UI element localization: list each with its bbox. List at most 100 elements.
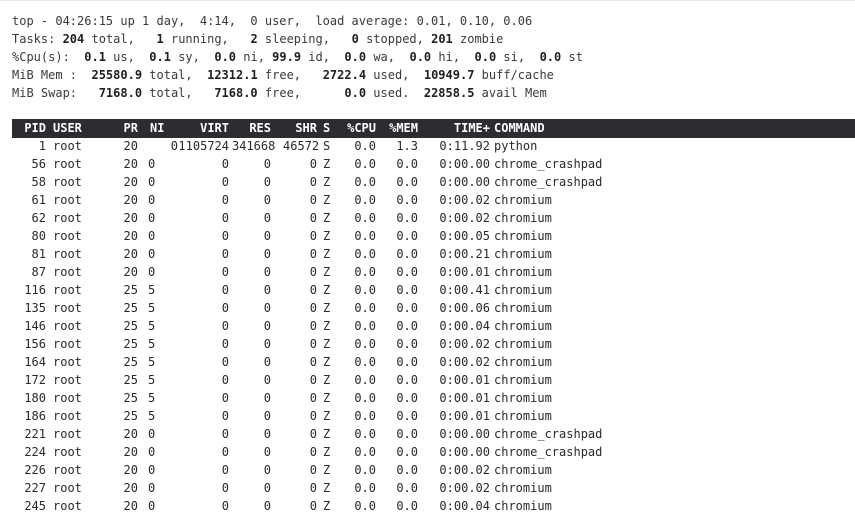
state-cell: Z xyxy=(323,175,331,189)
command-cell: chrome_crashpad xyxy=(494,445,603,459)
time-cell: 0:00.01 xyxy=(439,409,490,423)
virt-cell: 0 xyxy=(221,427,229,441)
cpu-cell: 0.0 xyxy=(354,229,376,243)
mem-cell: 1.3 xyxy=(396,139,418,153)
mem-cell: 0.0 xyxy=(396,391,418,405)
process-row: 62 root 20 0 0 0 0 Z 0.0 0.0 0:00.02 chromium xyxy=(12,209,855,227)
time-cell: 0:00.01 xyxy=(439,373,490,387)
time-cell: 0:00.00 xyxy=(439,175,490,189)
top-summary: top - 04:26:15 up 1 day, 4:14, 0 user, l… xyxy=(12,12,583,102)
user-cell: root xyxy=(53,157,82,171)
cpu-wa: 0.0 xyxy=(344,50,367,64)
window-top-border xyxy=(0,0,855,1)
priority-cell: 25 xyxy=(123,301,138,315)
mem-buff: 10949.7 xyxy=(423,68,475,82)
column-header-user: USER xyxy=(53,121,82,135)
column-header-pid: PID xyxy=(24,121,46,135)
virt-cell: 0 xyxy=(221,499,229,513)
shr-cell: 0 xyxy=(309,337,317,351)
nice-cell: 0 xyxy=(148,175,156,189)
column-header-state: S xyxy=(323,121,331,135)
state-cell: Z xyxy=(323,283,331,297)
mem-cell: 0.0 xyxy=(396,193,418,207)
cpu-cell: 0.0 xyxy=(354,355,376,369)
virt-cell: 0 xyxy=(221,391,229,405)
time-cell: 0:00.00 xyxy=(439,157,490,171)
column-header-shr: SHR xyxy=(295,121,317,135)
command-cell: chromium xyxy=(494,409,552,423)
column-header-virt: VIRT xyxy=(200,121,229,135)
priority-cell: 25 xyxy=(123,409,138,423)
command-cell: chromium xyxy=(494,229,552,243)
time-cell: 0:00.05 xyxy=(439,229,490,243)
priority-cell: 20 xyxy=(123,445,138,459)
column-header-mem: %MEM xyxy=(389,121,418,135)
command-cell: python xyxy=(494,139,538,153)
swap-line: MiB Swap: 7168.0 total, 7168.0 free, 0.0… xyxy=(12,84,583,102)
time-cell: 0:00.00 xyxy=(439,427,490,441)
state-cell: Z xyxy=(323,337,331,351)
process-row: 226 root 20 0 0 0 0 Z 0.0 0.0 0:00.02 chromium xyxy=(12,461,855,479)
command-cell: chrome_crashpad xyxy=(494,427,603,441)
virt-cell: 0 xyxy=(221,481,229,495)
user-cell: root xyxy=(53,427,82,441)
res-cell: 341668 xyxy=(232,139,276,153)
state-cell: Z xyxy=(323,445,331,459)
mem-cell: 0.0 xyxy=(396,247,418,261)
nice-cell: 0 xyxy=(148,265,156,279)
res-cell: 0 xyxy=(263,337,271,351)
res-cell: 0 xyxy=(263,229,271,243)
mem-buff-label: buff/cache xyxy=(474,68,554,82)
time-cell: 0:00.04 xyxy=(439,499,490,513)
process-table-header: PID USER PR NI VIRT RES SHR S %CPU %MEM … xyxy=(12,119,855,138)
command-cell: chromium xyxy=(494,319,552,333)
nice-cell: 0 xyxy=(148,481,156,495)
swap-used: 0.0 xyxy=(344,86,367,100)
command-cell: chromium xyxy=(494,301,552,315)
cpu-cell: 0.0 xyxy=(354,373,376,387)
state-cell: Z xyxy=(323,481,331,495)
res-cell: 0 xyxy=(263,481,271,495)
nice-cell: 0 xyxy=(170,139,178,153)
res-cell: 0 xyxy=(263,499,271,513)
time-cell: 0:00.41 xyxy=(439,283,490,297)
time-cell: 0:00.04 xyxy=(439,319,490,333)
swap-total: 7168.0 xyxy=(98,86,143,100)
nice-cell: 0 xyxy=(148,427,156,441)
user-cell: root xyxy=(53,463,82,477)
tasks-stopped-label: stopped, xyxy=(358,32,432,46)
command-cell: chromium xyxy=(494,481,552,495)
pid-cell: 80 xyxy=(31,229,46,243)
pid-cell: 164 xyxy=(24,355,46,369)
mem-free: 12312.1 xyxy=(207,68,258,82)
mem-cell: 0.0 xyxy=(396,481,418,495)
command-cell: chrome_crashpad xyxy=(494,157,603,171)
nice-cell: 0 xyxy=(148,445,156,459)
column-header-pr: PR xyxy=(123,121,138,135)
process-row: 180 root 25 5 0 0 0 Z 0.0 0.0 0:00.01 chromium xyxy=(12,389,855,407)
res-cell: 0 xyxy=(263,391,271,405)
mem-cell: 0.0 xyxy=(396,319,418,333)
shr-cell: 0 xyxy=(309,499,317,513)
user-cell: root xyxy=(53,481,82,495)
virt-cell: 0 xyxy=(221,373,229,387)
shr-cell: 46572 xyxy=(283,139,320,153)
virt-cell: 0 xyxy=(221,175,229,189)
shr-cell: 0 xyxy=(309,229,317,243)
virt-cell: 0 xyxy=(221,409,229,423)
priority-cell: 20 xyxy=(123,193,138,207)
process-row: 164 root 25 5 0 0 0 Z 0.0 0.0 0:00.02 chromium xyxy=(12,353,855,371)
pid-cell: 58 xyxy=(31,175,46,189)
priority-cell: 20 xyxy=(123,247,138,261)
nice-cell: 0 xyxy=(148,247,156,261)
time-cell: 0:00.00 xyxy=(439,445,490,459)
pid-cell: 87 xyxy=(31,265,46,279)
shr-cell: 0 xyxy=(309,283,317,297)
state-cell: Z xyxy=(323,373,331,387)
process-row: 116 root 25 5 0 0 0 Z 0.0 0.0 0:00.41 chromium xyxy=(12,281,855,299)
pid-cell: 62 xyxy=(31,211,46,225)
user-cell: root xyxy=(53,373,82,387)
state-cell: Z xyxy=(323,193,331,207)
mem-free-label: free, xyxy=(257,68,323,82)
priority-cell: 20 xyxy=(123,499,138,513)
